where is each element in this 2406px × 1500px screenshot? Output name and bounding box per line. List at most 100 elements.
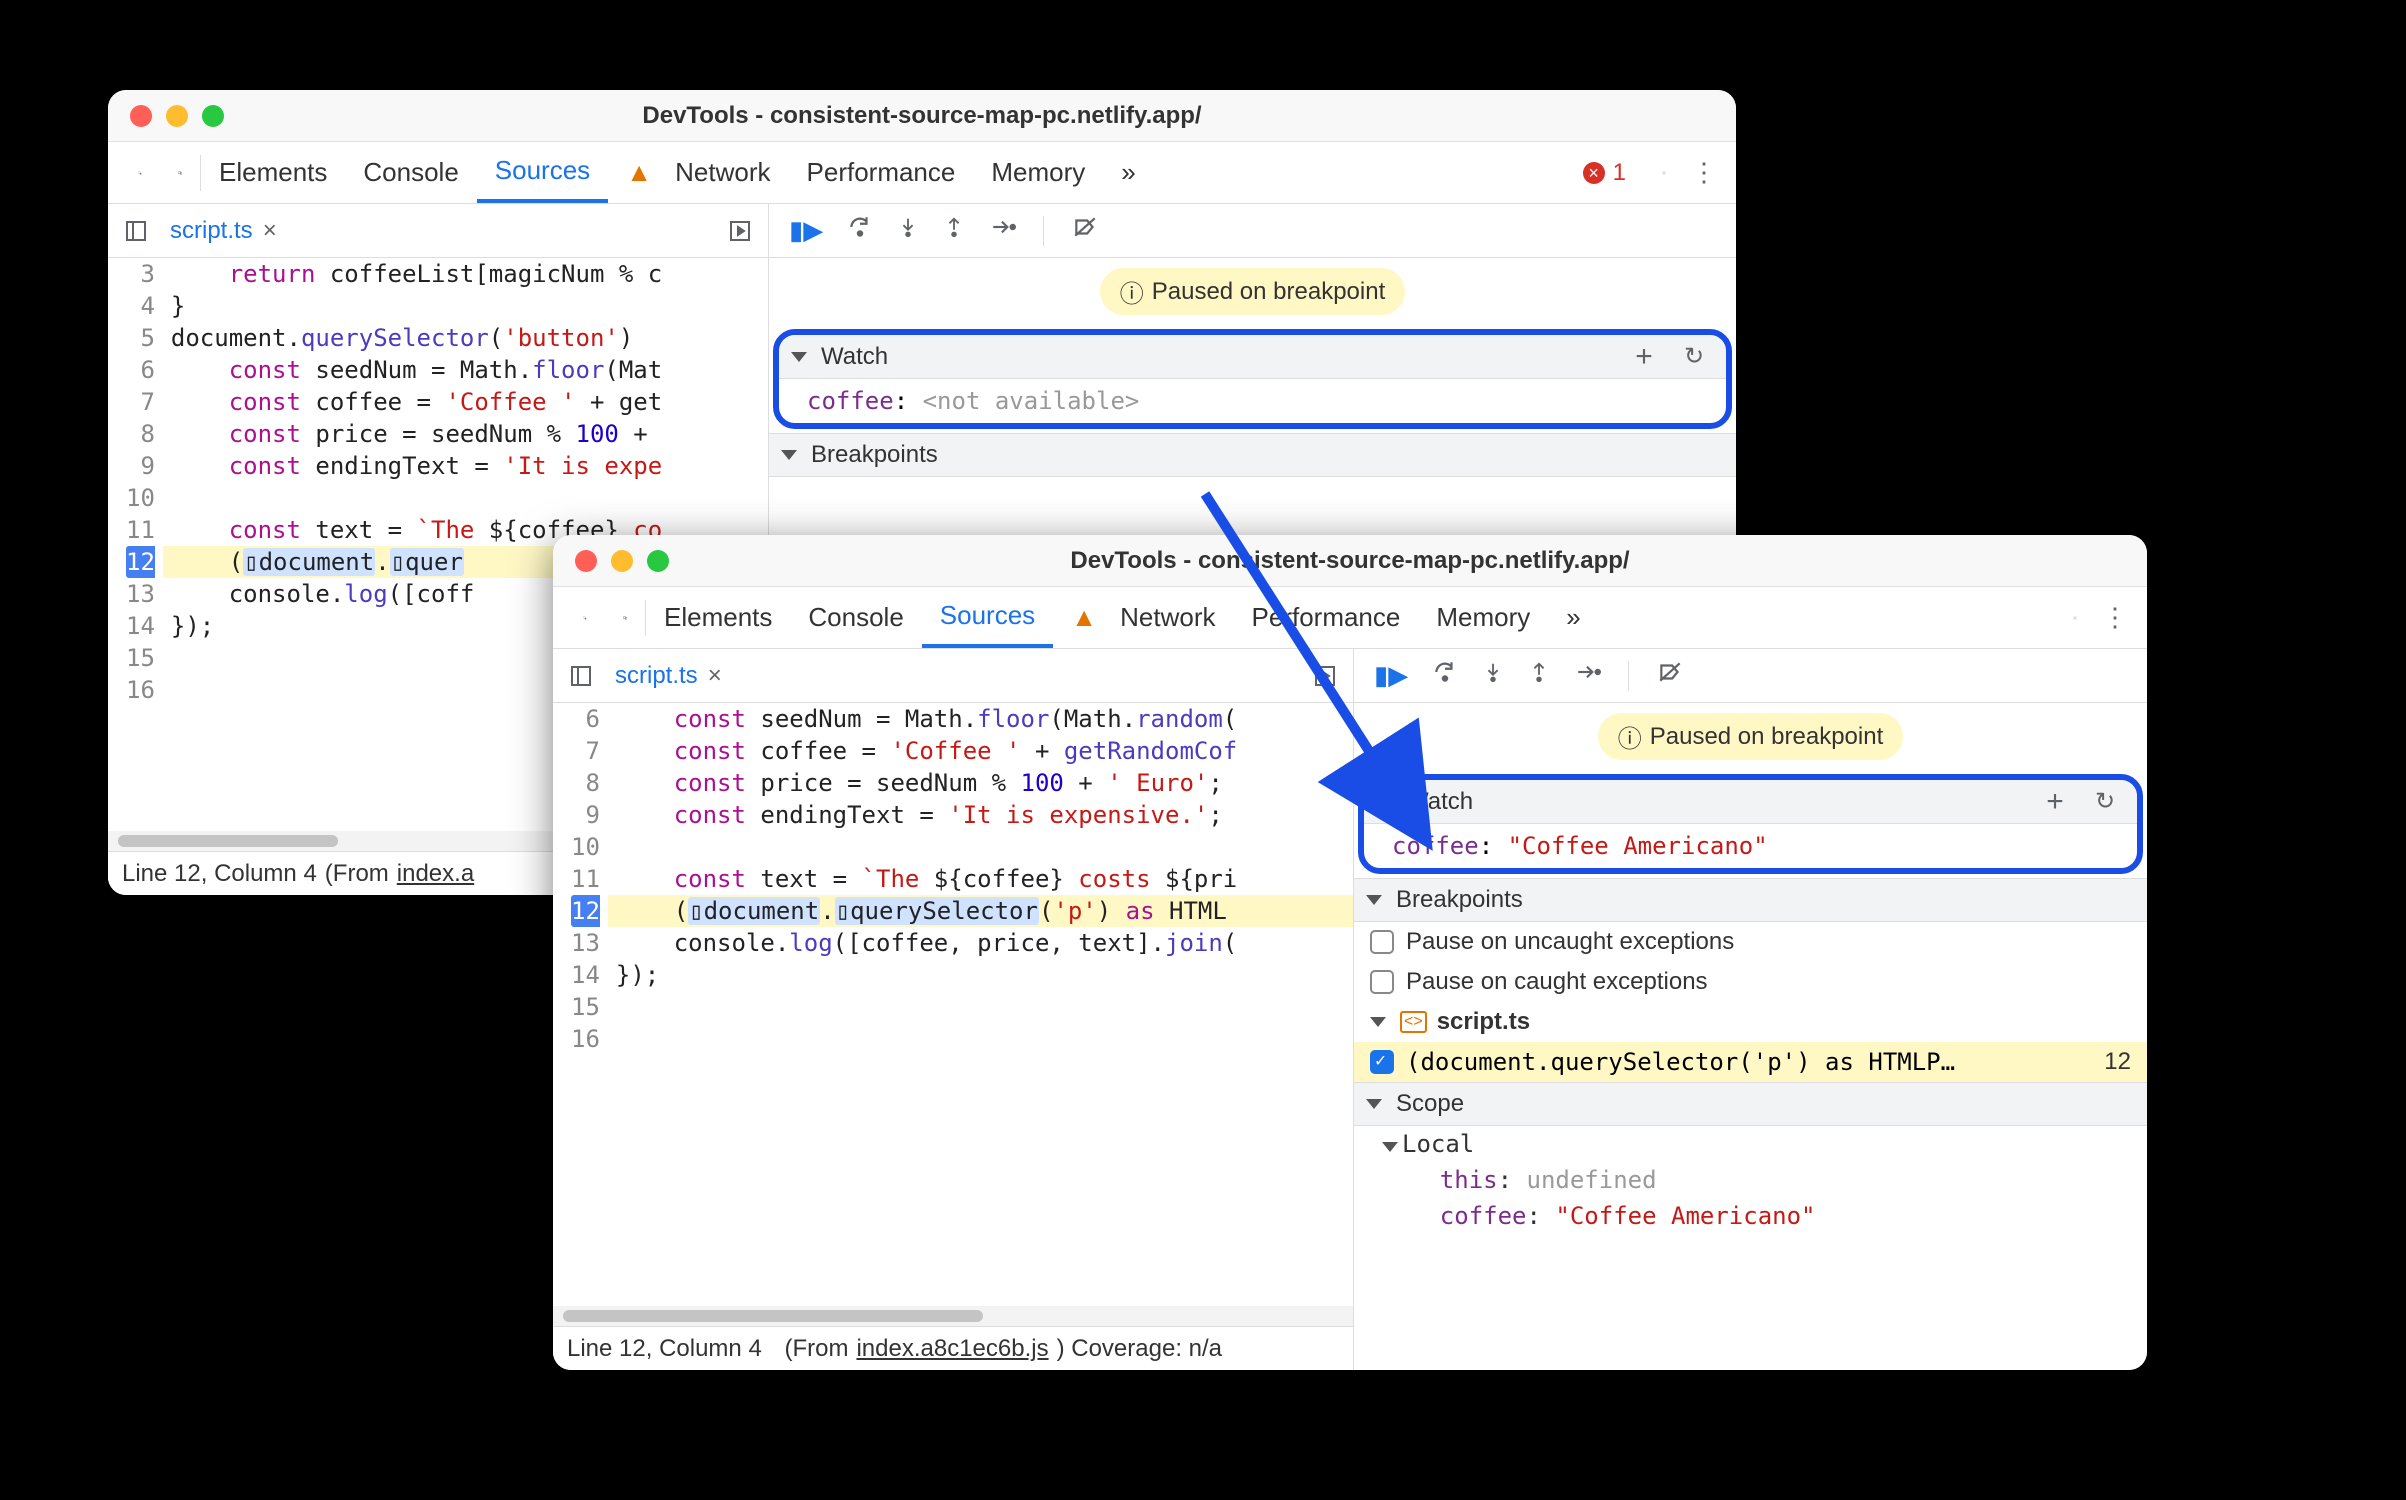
horizontal-scrollbar[interactable] bbox=[553, 1306, 1353, 1326]
settings-icon[interactable] bbox=[1644, 142, 1684, 203]
chevron-down-icon bbox=[1382, 1142, 1398, 1152]
chevron-down-icon bbox=[781, 450, 797, 460]
tab-sources[interactable]: Sources bbox=[477, 142, 608, 203]
resume-icon[interactable]: ▮▶ bbox=[1374, 660, 1408, 691]
tab-elements[interactable]: Elements bbox=[646, 587, 790, 648]
scope-title: Scope bbox=[1396, 1090, 1464, 1118]
main-split: script.ts× 678910111213141516 const seed… bbox=[553, 649, 2147, 1370]
step-out-icon[interactable] bbox=[943, 214, 965, 247]
pause-caught-option[interactable]: Pause on caught exceptions bbox=[1354, 962, 2147, 1002]
open-file-tab[interactable]: script.ts× bbox=[156, 217, 291, 245]
step-icon[interactable] bbox=[989, 214, 1017, 247]
warning-icon: ▲ bbox=[626, 157, 652, 188]
deactivate-breakpoints-icon[interactable] bbox=[1070, 214, 1100, 247]
watch-entry[interactable]: coffee: "Coffee Americano" bbox=[1364, 824, 2137, 868]
watch-entry[interactable]: coffee: <not available> bbox=[779, 379, 1726, 423]
tab-memory[interactable]: Memory bbox=[973, 142, 1103, 203]
more-icon[interactable]: ⋮ bbox=[1684, 142, 1724, 203]
inspect-element-icon[interactable] bbox=[565, 587, 605, 648]
breakpoint-code: (document.querySelector('p') as HTMLP… bbox=[1406, 1048, 1955, 1076]
scope-header[interactable]: Scope bbox=[1354, 1082, 2147, 1126]
run-snippet-icon[interactable] bbox=[1305, 656, 1345, 696]
sourcemap-link[interactable]: index.a8c1ec6b.js bbox=[856, 1335, 1048, 1363]
watch-section-highlighted: Watch + ↻ coffee: "Coffee Americano" bbox=[1358, 774, 2143, 874]
paused-banner: ⓘPaused on breakpoint bbox=[769, 258, 1736, 325]
tab-console[interactable]: Console bbox=[790, 587, 921, 648]
checkbox-icon[interactable] bbox=[1370, 930, 1394, 954]
code-editor[interactable]: 678910111213141516 const seedNum = Math.… bbox=[553, 703, 1353, 1306]
deactivate-breakpoints-icon[interactable] bbox=[1655, 659, 1685, 692]
tab-sources[interactable]: Sources bbox=[922, 587, 1053, 648]
tab-memory[interactable]: Memory bbox=[1418, 587, 1548, 648]
breakpoints-title: Breakpoints bbox=[811, 441, 938, 469]
error-count[interactable]: 1 bbox=[1565, 142, 1644, 203]
tab-network[interactable]: ▲ Network bbox=[608, 142, 788, 203]
cursor-position: Line 12, Column 4 bbox=[567, 1335, 762, 1363]
tab-performance[interactable]: Performance bbox=[789, 142, 974, 203]
add-watch-icon[interactable]: + bbox=[2035, 782, 2075, 822]
step-over-icon[interactable] bbox=[1432, 659, 1458, 692]
status-bar: Line 12, Column 4 (From index.a8c1ec6b.j… bbox=[553, 1326, 1353, 1370]
tab-elements[interactable]: Elements bbox=[201, 142, 345, 203]
watch-header[interactable]: Watch + ↻ bbox=[1364, 780, 2137, 824]
more-icon[interactable]: ⋮ bbox=[2095, 587, 2135, 648]
resume-icon[interactable]: ▮▶ bbox=[789, 215, 823, 246]
step-into-icon[interactable] bbox=[897, 214, 919, 247]
step-icon[interactable] bbox=[1574, 659, 1602, 692]
watch-title: Watch bbox=[821, 343, 888, 371]
checkbox-checked-icon[interactable] bbox=[1370, 1050, 1394, 1074]
sourcemap-link[interactable]: index.a bbox=[397, 860, 474, 888]
breakpoint-line-number: 12 bbox=[2104, 1048, 2131, 1076]
chevron-down-icon bbox=[1366, 895, 1382, 905]
debugger-controls: ▮▶ bbox=[769, 204, 1736, 258]
close-file-icon[interactable]: × bbox=[263, 217, 277, 245]
chevron-down-icon bbox=[1370, 1017, 1386, 1027]
close-file-icon[interactable]: × bbox=[708, 662, 722, 690]
traffic-lights bbox=[130, 105, 224, 127]
pause-uncaught-option[interactable]: Pause on uncaught exceptions bbox=[1354, 922, 2147, 962]
add-watch-icon[interactable]: + bbox=[1624, 337, 1664, 377]
inspect-element-icon[interactable] bbox=[120, 142, 160, 203]
device-toolbar-icon[interactable] bbox=[605, 587, 645, 648]
refresh-watch-icon[interactable]: ↻ bbox=[2085, 782, 2125, 822]
navigator-toggle-icon[interactable] bbox=[561, 656, 601, 696]
tab-console[interactable]: Console bbox=[345, 142, 476, 203]
maximize-window-icon[interactable] bbox=[647, 550, 669, 572]
device-toolbar-icon[interactable] bbox=[160, 142, 200, 203]
checkbox-icon[interactable] bbox=[1370, 970, 1394, 994]
breakpoints-header[interactable]: Breakpoints bbox=[1354, 878, 2147, 922]
tab-performance[interactable]: Performance bbox=[1234, 587, 1419, 648]
watch-section-highlighted: Watch + ↻ coffee: <not available> bbox=[773, 329, 1732, 429]
editor-subbar: script.ts× bbox=[553, 649, 1353, 703]
warning-icon: ▲ bbox=[1071, 602, 1097, 633]
navigator-toggle-icon[interactable] bbox=[116, 211, 156, 251]
scope-local[interactable]: Local bbox=[1354, 1126, 2147, 1162]
editor-pane: script.ts× 678910111213141516 const seed… bbox=[553, 649, 1353, 1370]
titlebar: DevTools - consistent-source-map-pc.netl… bbox=[553, 535, 2147, 587]
step-into-icon[interactable] bbox=[1482, 659, 1504, 692]
maximize-window-icon[interactable] bbox=[202, 105, 224, 127]
watch-header[interactable]: Watch + ↻ bbox=[779, 335, 1726, 379]
close-window-icon[interactable] bbox=[130, 105, 152, 127]
minimize-window-icon[interactable] bbox=[166, 105, 188, 127]
watch-title: Watch bbox=[1406, 788, 1473, 816]
open-file-tab[interactable]: script.ts× bbox=[601, 662, 736, 690]
scope-variable[interactable]: this: undefined bbox=[1354, 1162, 2147, 1198]
step-out-icon[interactable] bbox=[1528, 659, 1550, 692]
info-icon: ⓘ bbox=[1120, 274, 1144, 309]
tab-network[interactable]: ▲ Network bbox=[1053, 587, 1233, 648]
step-over-icon[interactable] bbox=[847, 214, 873, 247]
info-icon: ⓘ bbox=[1618, 719, 1642, 754]
tabs-overflow[interactable]: » bbox=[1548, 587, 1598, 648]
tabs-overflow[interactable]: » bbox=[1103, 142, 1153, 203]
breakpoint-file[interactable]: <>script.ts bbox=[1354, 1002, 2147, 1042]
breakpoints-title: Breakpoints bbox=[1396, 886, 1523, 914]
settings-icon[interactable] bbox=[2055, 587, 2095, 648]
breakpoint-entry[interactable]: (document.querySelector('p') as HTMLP… 1… bbox=[1354, 1042, 2147, 1082]
scope-variable[interactable]: coffee: "Coffee Americano" bbox=[1354, 1198, 2147, 1234]
refresh-watch-icon[interactable]: ↻ bbox=[1674, 337, 1714, 377]
breakpoints-header[interactable]: Breakpoints bbox=[769, 433, 1736, 477]
close-window-icon[interactable] bbox=[575, 550, 597, 572]
minimize-window-icon[interactable] bbox=[611, 550, 633, 572]
run-snippet-icon[interactable] bbox=[720, 211, 760, 251]
